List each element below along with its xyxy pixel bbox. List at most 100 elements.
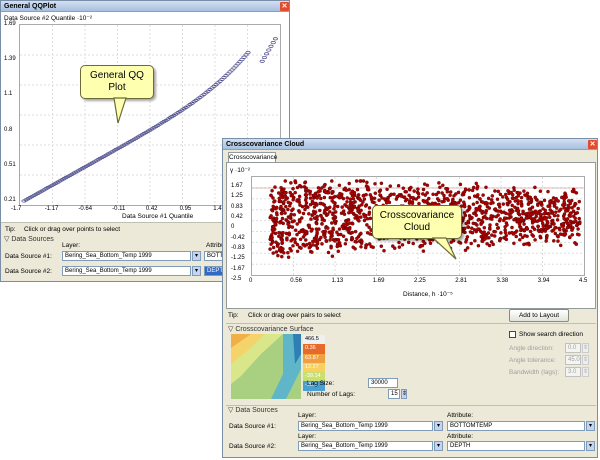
cc-ds2-attribute-select[interactable]: DEPTH [447, 441, 585, 451]
cc-point [565, 225, 570, 230]
cc-point [304, 204, 309, 209]
angle-tolerance-input[interactable]: 45.0 [565, 355, 581, 365]
cc-point [297, 210, 302, 214]
qq-ds2-layer-select[interactable]: Bering_Sea_Bottom_Temp 1999 [62, 266, 191, 276]
lag-size-input[interactable]: 30000 [368, 378, 398, 388]
cc-callout-pointer [432, 237, 457, 260]
qq-data-sources-header[interactable]: ▽ Data Sources [4, 235, 54, 243]
add-to-layout-button[interactable]: Add to Layout [509, 309, 569, 322]
cc-point [367, 206, 372, 210]
collapse-icon[interactable]: ▽ [4, 236, 9, 243]
cc-point [501, 195, 505, 199]
cc-point [319, 196, 323, 201]
cc-point [527, 200, 531, 205]
cc-point [308, 192, 312, 196]
cc-point [519, 199, 523, 204]
qq-ds1-layer-select[interactable]: Bering_Sea_Bottom_Temp 1999 [62, 251, 191, 261]
cc-surface-header[interactable]: ▽ Crosscovariance Surface [228, 325, 314, 333]
cc-point [283, 211, 287, 215]
cc-point [344, 204, 349, 208]
cc-point [323, 211, 328, 216]
cc-point [570, 206, 574, 210]
cc-point [326, 250, 331, 255]
cc-point [552, 222, 556, 226]
close-icon[interactable]: ✕ [280, 2, 289, 11]
spinner-icon[interactable]: ⇕ [582, 367, 589, 377]
cc-point [421, 249, 426, 253]
cc-point [340, 205, 344, 209]
dropdown-arrow-icon[interactable]: ▾ [586, 421, 595, 431]
cc-point [282, 251, 286, 255]
dropdown-arrow-icon[interactable]: ▾ [434, 421, 443, 431]
cc-point [396, 183, 401, 188]
qq-point [268, 44, 274, 48]
spinner-icon[interactable]: ⇕ [401, 389, 407, 399]
close-icon[interactable]: ✕ [588, 140, 597, 149]
cc-point [342, 212, 347, 216]
cc-point [574, 242, 579, 246]
cc-ds1-attribute-select[interactable]: BOTTOMTEMP [447, 421, 585, 431]
cc-point [320, 242, 324, 246]
cc-point [274, 250, 279, 254]
angle-direction-label: Angle direction: [509, 345, 554, 352]
dropdown-arrow-icon[interactable]: ▾ [192, 251, 201, 261]
cc-point [345, 196, 350, 200]
cc-point [425, 191, 429, 195]
cc-point [476, 243, 481, 248]
cc-point [270, 227, 275, 232]
cc-point [362, 218, 367, 223]
cc-point [548, 199, 552, 204]
qq-point [266, 48, 272, 52]
cc-point [561, 203, 565, 207]
cc-point [522, 222, 526, 226]
angle-direction-input[interactable]: 0.0 [565, 343, 581, 353]
cc-point [290, 208, 294, 213]
cc-point [379, 244, 384, 248]
bandwidth-input[interactable]: 3.0 [565, 367, 581, 377]
show-search-direction-checkbox[interactable] [509, 331, 516, 338]
cc-point [577, 233, 581, 237]
cc-point [335, 204, 340, 209]
dropdown-arrow-icon[interactable]: ▾ [434, 441, 443, 451]
collapse-icon[interactable]: ▽ [228, 326, 233, 333]
cc-point [414, 197, 419, 201]
qq-x-tick: -0.64 [78, 206, 93, 212]
dropdown-arrow-icon[interactable]: ▾ [192, 266, 201, 276]
cc-ds1-layer-select[interactable]: Bering_Sea_Bottom_Temp 1999 [298, 421, 433, 431]
cc-point [436, 190, 441, 195]
cc-point [482, 225, 487, 230]
cc-point [494, 214, 499, 219]
cc-point [503, 192, 508, 197]
spinner-icon[interactable]: ⇕ [582, 343, 589, 353]
cc-point [489, 201, 493, 206]
cc-point [335, 244, 340, 249]
cc-point [521, 211, 525, 216]
cc-point [501, 202, 506, 206]
cc-ds2-layer-select[interactable]: Bering_Sea_Bottom_Temp 1999 [298, 441, 433, 451]
cc-point [437, 181, 441, 185]
cc-point [538, 234, 542, 239]
cc-point [480, 220, 485, 224]
cc-point [553, 226, 557, 230]
cc-point [573, 216, 577, 220]
cc-point [277, 234, 281, 239]
num-lags-input[interactable]: 15 [388, 389, 400, 399]
cc-point [274, 216, 279, 221]
cc-data-sources-header[interactable]: ▽ Data Sources [228, 406, 278, 414]
spinner-icon[interactable]: ⇕ [582, 355, 589, 365]
crosscovariance-surface-map [231, 334, 301, 399]
cc-point [373, 182, 377, 186]
cc-point [270, 188, 274, 193]
cc-point [514, 195, 519, 200]
qq-point [264, 52, 270, 56]
cc-point [400, 243, 405, 247]
cc-point [544, 239, 548, 243]
collapse-icon[interactable]: ▽ [228, 407, 233, 414]
cc-tip-text: Click or drag over pairs to select [248, 312, 341, 319]
cc-tab[interactable]: Crosscovariance [228, 152, 277, 162]
cc-point [506, 189, 510, 193]
cc-point [467, 195, 472, 200]
dropdown-arrow-icon[interactable]: ▾ [586, 441, 595, 451]
cc-point [460, 193, 465, 197]
cc-point [311, 201, 315, 205]
